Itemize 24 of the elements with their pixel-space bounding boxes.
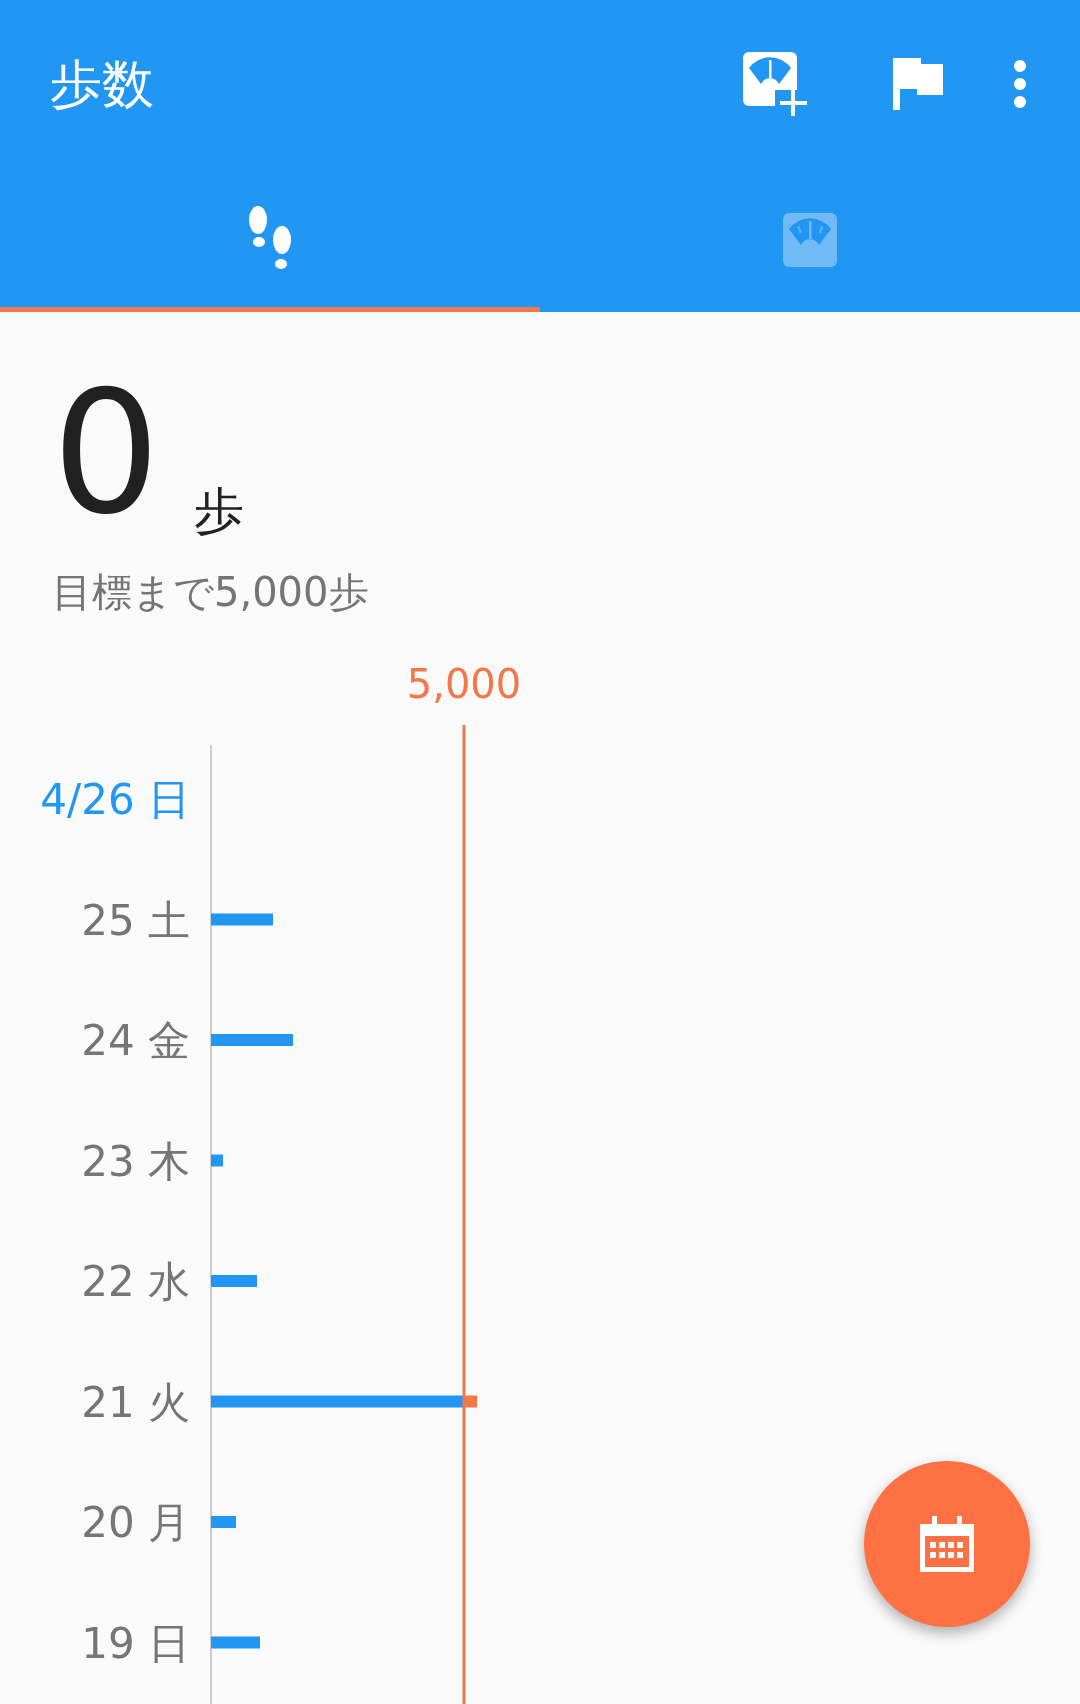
day-label: 20 月 — [81, 1498, 190, 1547]
day-label: 25 土 — [81, 895, 190, 945]
day-label: 22 水 — [81, 1257, 190, 1306]
step-bar — [211, 1154, 223, 1167]
step-bar — [211, 1636, 260, 1649]
step-unit: 歩 — [194, 486, 245, 536]
scale-plus-icon — [743, 52, 809, 116]
goal-label: 5,000 — [406, 661, 522, 707]
calendar-icon — [920, 1516, 974, 1572]
calendar-button[interactable] — [864, 1461, 1030, 1627]
day-label: 24 金 — [81, 1016, 190, 1065]
app-title: 歩数 — [50, 53, 155, 116]
day-label: 23 木 — [81, 1136, 190, 1186]
more-icon — [1013, 59, 1027, 109]
day-label: 21 火 — [81, 1377, 190, 1427]
day-label: 4/26 日 — [40, 775, 190, 824]
step-count: 0 — [52, 368, 161, 538]
day-label: 19 日 — [81, 1618, 190, 1668]
scale-icon — [783, 213, 837, 267]
flag-icon — [893, 58, 943, 110]
step-bar — [211, 1516, 236, 1528]
step-bar — [211, 1275, 257, 1287]
remaining-text: 目標まで5,000歩 — [52, 569, 369, 615]
step-bar — [211, 913, 273, 926]
